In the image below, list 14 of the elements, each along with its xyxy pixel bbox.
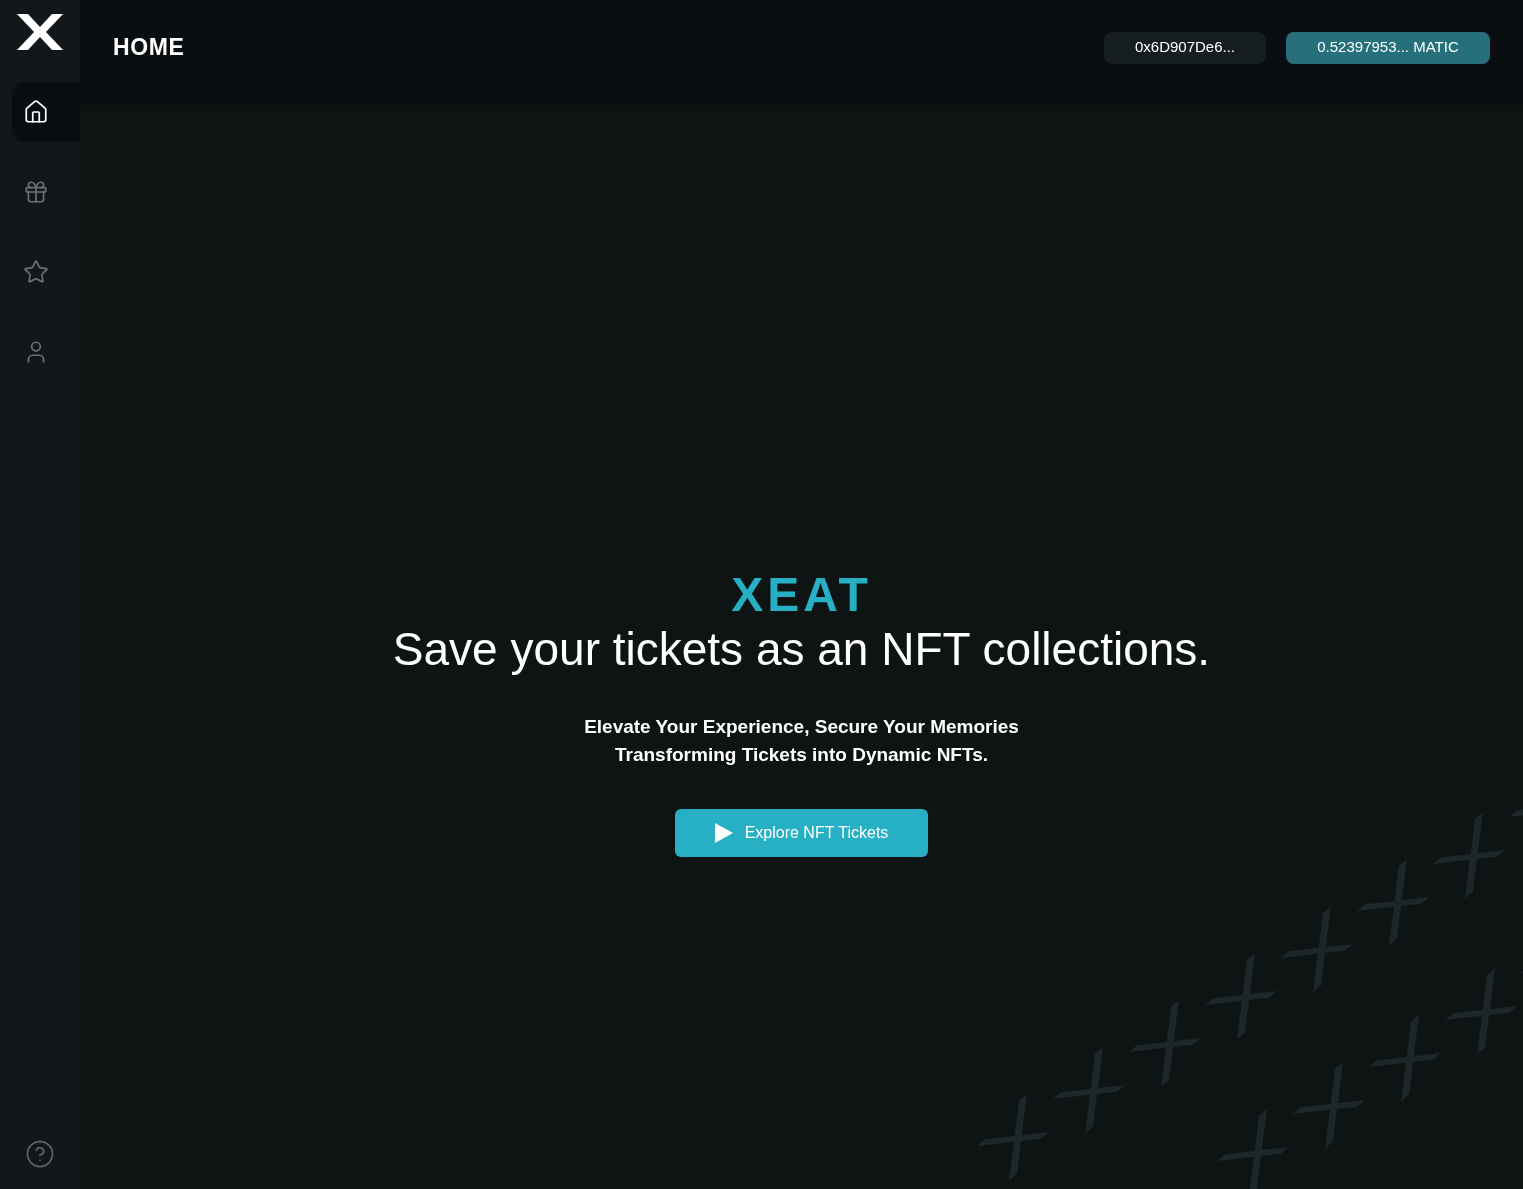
subtitle-line: Elevate Your Experience, Secure Your Memories — [584, 714, 1019, 739]
logo-icon — [17, 14, 63, 50]
subtitle-line: Transforming Tickets into Dynamic NFTs. — [614, 742, 988, 767]
gift-icon — [23, 179, 49, 205]
headline: Save your tickets as an NFT collections. — [392, 622, 1211, 677]
balance-button[interactable]: 0.52397953... MATIC — [1286, 31, 1490, 64]
play-icon — [714, 822, 733, 843]
page-title: HOME — [113, 33, 185, 63]
wallet-address-button[interactable]: 0x6D907De6... — [1104, 31, 1266, 64]
brand-title: XEAT — [731, 571, 872, 619]
home-icon — [23, 99, 49, 125]
sidebar-item[interactable] — [12, 82, 80, 142]
help-icon — [25, 1139, 55, 1169]
star-icon — [23, 259, 49, 285]
